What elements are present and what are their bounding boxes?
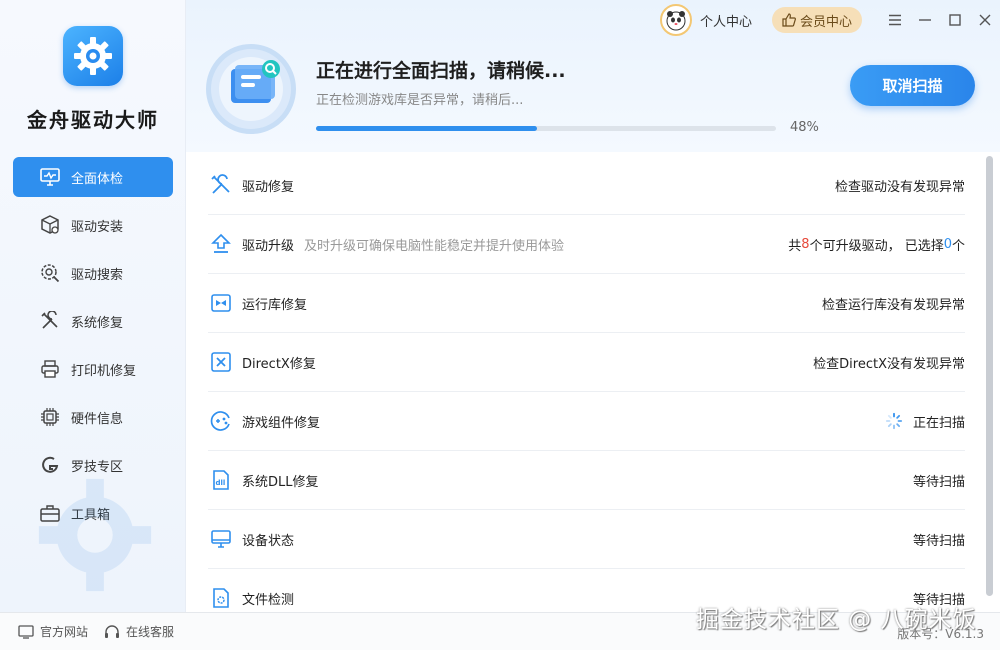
vip-center-button[interactable]: 会员中心 (771, 7, 862, 33)
loading-spinner-icon (885, 412, 903, 430)
list-item-directx-repair: DirectX修复 检查DirectX没有发现异常 (208, 333, 965, 392)
panda-avatar-icon (666, 11, 686, 31)
selected-count: 0 (943, 236, 952, 252)
thumbs-up-icon (782, 13, 796, 27)
scan-title: 正在进行全面扫描，请稍候... (316, 60, 566, 82)
list-scrollbar[interactable] (986, 156, 993, 596)
item-name: 驱动升级 (242, 238, 295, 254)
item-name: 设备状态 (242, 533, 295, 549)
close-icon (979, 14, 991, 26)
sidebar-item-hardware-info[interactable]: 硬件信息 (13, 397, 173, 437)
vip-center-label: 会员中心 (799, 14, 852, 30)
item-name: 驱动修复 (242, 179, 295, 195)
dll-file-icon: dll (208, 467, 234, 493)
item-status: 检查驱动没有发现异常 (834, 179, 965, 195)
wrench-screwdriver-icon (208, 172, 234, 198)
avatar[interactable] (659, 4, 692, 36)
status-prefix: 共 (788, 238, 802, 254)
personal-center-link[interactable]: 个人中心 (700, 11, 752, 30)
online-support-link[interactable]: 在线客服 (104, 623, 174, 640)
scan-progress-percent: 48% (790, 120, 819, 135)
cancel-scan-button[interactable]: 取消扫描 (850, 65, 975, 106)
search-gear-icon (39, 262, 61, 284)
list-item-driver-repair: 驱动修复 检查驱动没有发现异常 (208, 156, 965, 215)
minimize-icon (919, 19, 931, 21)
app-logo (63, 26, 123, 86)
gear-logo-icon (74, 37, 112, 75)
official-website-link[interactable]: 官方网站 (18, 623, 88, 640)
list-item-device-status: 设备状态 等待扫描 (208, 510, 965, 569)
tools-icon (39, 310, 61, 332)
status-mid: 个可升级驱动， 已选择 (809, 238, 944, 254)
item-status-text: 正在扫描 (912, 415, 965, 431)
svg-text:dll: dll (216, 479, 226, 487)
status-suffix: 个 (951, 238, 965, 254)
directx-icon (208, 349, 234, 375)
sidebar-item-system-repair[interactable]: 系统修复 (13, 301, 173, 341)
official-website-label: 官方网站 (40, 625, 89, 639)
sidebar-item-driver-install[interactable]: 驱动安装 (13, 205, 173, 245)
online-support-label: 在线客服 (126, 625, 175, 639)
hamburger-icon (889, 14, 901, 26)
chip-icon (39, 406, 61, 428)
list-item-game-component-repair: 游戏组件修复 正在扫描 (208, 392, 965, 451)
item-name: DirectX修复 (242, 356, 316, 372)
scan-item-list: 驱动修复 检查驱动没有发现异常 驱动升级 及时升级可确保电脑性能稳定并提升使用体… (208, 156, 965, 610)
monitor-icon (208, 526, 234, 552)
item-status: 等待扫描 (912, 533, 965, 549)
scan-subtitle: 正在检测游戏库是否异常，请稍后... (316, 93, 524, 108)
sidebar-item-label: 全面体检 (71, 171, 124, 187)
scan-progress-bar (316, 126, 776, 131)
maximize-button[interactable] (940, 4, 970, 36)
sidebar-item-label: 系统修复 (71, 315, 124, 331)
list-item-runtime-repair: 运行库修复 检查运行库没有发现异常 (208, 274, 965, 333)
list-item-system-dll-repair: dll 系统DLL修复 等待扫描 (208, 451, 965, 510)
maximize-icon (949, 14, 961, 26)
sidebar-item-label: 驱动安装 (71, 219, 124, 235)
close-button[interactable] (970, 4, 1000, 36)
upgrade-arrow-icon (208, 231, 234, 257)
item-name: 游戏组件修复 (242, 415, 321, 431)
scan-progress-fill (316, 126, 537, 131)
item-name: 文件检测 (242, 592, 295, 608)
decorative-gear-icon (38, 478, 152, 592)
runtime-icon (208, 290, 234, 316)
printer-icon (39, 358, 61, 380)
watermark: 掘金技术社区 @ 八碗米饭 (696, 607, 977, 633)
sidebar-item-printer-repair[interactable]: 打印机修复 (13, 349, 173, 389)
minimize-button[interactable] (910, 4, 940, 36)
file-gear-icon (208, 585, 234, 610)
sidebar-item-driver-search[interactable]: 驱动搜索 (13, 253, 173, 293)
scan-document-icon (231, 60, 280, 103)
app-name: 金舟驱动大师 (27, 108, 159, 132)
item-status: 检查运行库没有发现异常 (821, 297, 965, 313)
scan-illustration (206, 44, 296, 134)
item-name: 运行库修复 (242, 297, 308, 313)
sidebar-item-label: 打印机修复 (71, 363, 137, 379)
headset-icon (104, 624, 120, 640)
item-status: 共 8 个可升级驱动， 已选择 0 个 (788, 235, 965, 254)
monitor-check-icon (39, 166, 61, 188)
menu-button[interactable] (880, 4, 910, 36)
website-icon (18, 624, 34, 639)
sidebar-item-full-check[interactable]: 全面体检 (13, 157, 173, 197)
box-gear-icon (39, 214, 61, 236)
sidebar-item-label: 驱动搜索 (71, 267, 124, 283)
gamepad-icon (208, 408, 234, 434)
item-description: 及时升级可确保电脑性能稳定并提升使用体验 (304, 238, 565, 254)
list-item-driver-upgrade: 驱动升级 及时升级可确保电脑性能稳定并提升使用体验 共 8 个可升级驱动， 已选择 0… (208, 215, 965, 274)
sidebar: 金舟驱动大师 全面体检 驱动安装 驱动搜索 系统修复 打印机修复 硬件信息 罗技… (0, 0, 186, 612)
sidebar-item-label: 硬件信息 (71, 411, 124, 427)
item-name: 系统DLL修复 (242, 474, 319, 490)
upgradable-count: 8 (801, 236, 810, 252)
scan-header: 个人中心 会员中心 正在进行全面扫描，请稍候... 正在检测游戏库是否异常，请稍… (186, 0, 1000, 152)
item-status: 检查DirectX没有发现异常 (813, 356, 965, 372)
item-status: 正在扫描 (885, 412, 965, 431)
title-bar: 个人中心 会员中心 (659, 4, 1000, 36)
item-status: 等待扫描 (912, 474, 965, 490)
